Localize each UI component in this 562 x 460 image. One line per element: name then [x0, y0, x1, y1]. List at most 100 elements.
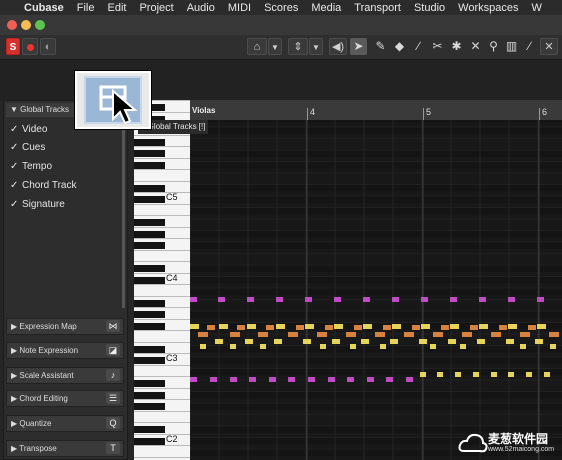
- section-chord-editing[interactable]: ▶ Chord Editing ☰: [6, 390, 124, 407]
- note[interactable]: [230, 332, 240, 337]
- section-scale-assistant[interactable]: ▶ Scale Assistant ♪: [6, 367, 124, 384]
- note[interactable]: [245, 339, 253, 344]
- note[interactable]: [350, 344, 356, 349]
- note[interactable]: [190, 324, 199, 329]
- note[interactable]: [363, 324, 372, 329]
- white-key[interactable]: [134, 238, 190, 239]
- white-key[interactable]: [134, 330, 190, 331]
- menu-scores[interactable]: Scores: [264, 2, 298, 14]
- black-key[interactable]: [134, 219, 165, 226]
- black-key[interactable]: [134, 196, 165, 203]
- note[interactable]: [296, 325, 304, 330]
- note[interactable]: [508, 372, 514, 377]
- solo-editor-button[interactable]: S: [6, 38, 20, 55]
- white-key[interactable]: [134, 433, 190, 435]
- select-tool-button[interactable]: ➤: [350, 38, 367, 55]
- note[interactable]: [325, 325, 333, 330]
- black-key[interactable]: [134, 380, 165, 387]
- snap-button[interactable]: ⇕: [288, 38, 308, 55]
- white-key[interactable]: [134, 422, 190, 423]
- note[interactable]: [219, 324, 228, 329]
- black-key[interactable]: [134, 138, 165, 146]
- note[interactable]: [303, 339, 311, 344]
- note[interactable]: [260, 344, 266, 349]
- menu-project[interactable]: Project: [139, 2, 173, 14]
- inspector-scrollbar[interactable]: [122, 118, 125, 308]
- glue-tool-button[interactable]: ✱: [448, 38, 465, 55]
- note[interactable]: [462, 332, 472, 337]
- note[interactable]: [276, 297, 283, 302]
- note[interactable]: [491, 332, 501, 337]
- ruler[interactable]: Violas 4 5 6: [190, 100, 562, 121]
- note[interactable]: [380, 344, 386, 349]
- note[interactable]: [479, 297, 486, 302]
- minimize-window-button[interactable]: [21, 20, 31, 30]
- note[interactable]: [334, 297, 341, 302]
- menu-audio[interactable]: Audio: [187, 2, 215, 14]
- zoom-tool-button[interactable]: ⚲: [485, 38, 502, 55]
- white-key[interactable]: [134, 341, 190, 343]
- note[interactable]: [499, 325, 507, 330]
- white-key[interactable]: [134, 192, 190, 193]
- white-key[interactable]: [134, 215, 190, 216]
- note[interactable]: [207, 325, 215, 330]
- menu-app[interactable]: Cubase: [24, 2, 64, 14]
- note-editor-grid[interactable]: [190, 120, 562, 460]
- note[interactable]: [269, 377, 276, 382]
- note[interactable]: [190, 297, 197, 302]
- note[interactable]: [460, 344, 466, 349]
- note[interactable]: [200, 344, 206, 349]
- trim-tool-button[interactable]: ∕: [410, 38, 427, 55]
- black-key[interactable]: [134, 322, 165, 330]
- note[interactable]: [363, 297, 370, 302]
- note[interactable]: [247, 297, 254, 302]
- note[interactable]: [506, 339, 514, 344]
- note[interactable]: [334, 324, 343, 329]
- note[interactable]: [479, 324, 488, 329]
- note[interactable]: [477, 339, 485, 344]
- note[interactable]: [430, 344, 436, 349]
- black-key[interactable]: [134, 242, 165, 249]
- section-expression-map[interactable]: ▶ Expression Map ⋈: [6, 318, 124, 335]
- white-key[interactable]: [134, 146, 190, 147]
- note[interactable]: [470, 325, 478, 330]
- global-tracks-button-zoomed[interactable]: [75, 71, 151, 129]
- note[interactable]: [230, 344, 236, 349]
- note[interactable]: [247, 324, 256, 329]
- note[interactable]: [383, 325, 391, 330]
- note[interactable]: [266, 325, 274, 330]
- note[interactable]: [276, 324, 285, 329]
- note[interactable]: [308, 377, 315, 382]
- white-key[interactable]: [134, 410, 190, 412]
- note[interactable]: [520, 344, 526, 349]
- menu-media[interactable]: Media: [311, 2, 341, 14]
- menu-window[interactable]: W: [532, 2, 542, 14]
- white-key[interactable]: [134, 307, 190, 308]
- global-track-cues[interactable]: ✓ Cues: [10, 140, 45, 156]
- menu-edit[interactable]: Edit: [107, 2, 126, 14]
- note[interactable]: [550, 344, 556, 349]
- piano-keyboard[interactable]: [134, 100, 190, 460]
- white-key[interactable]: [134, 318, 190, 320]
- note[interactable]: [328, 377, 335, 382]
- note[interactable]: [421, 297, 428, 302]
- time-warp-tool-button[interactable]: ∕: [521, 38, 538, 55]
- note[interactable]: [526, 372, 532, 377]
- note[interactable]: [535, 339, 543, 344]
- note[interactable]: [390, 339, 398, 344]
- note-grid-canvas[interactable]: [190, 120, 562, 460]
- menu-file[interactable]: File: [77, 2, 95, 14]
- black-key[interactable]: [134, 150, 165, 157]
- note[interactable]: [386, 377, 393, 382]
- mute-tool-button[interactable]: ✕: [467, 38, 484, 55]
- note[interactable]: [419, 339, 427, 344]
- note[interactable]: [317, 332, 327, 337]
- white-key[interactable]: [134, 387, 190, 389]
- white-key[interactable]: [134, 272, 190, 274]
- note[interactable]: [491, 372, 497, 377]
- black-key[interactable]: [134, 391, 165, 399]
- white-key[interactable]: [134, 284, 190, 285]
- note[interactable]: [249, 377, 256, 382]
- menu-transport[interactable]: Transport: [354, 2, 401, 14]
- note[interactable]: [392, 297, 399, 302]
